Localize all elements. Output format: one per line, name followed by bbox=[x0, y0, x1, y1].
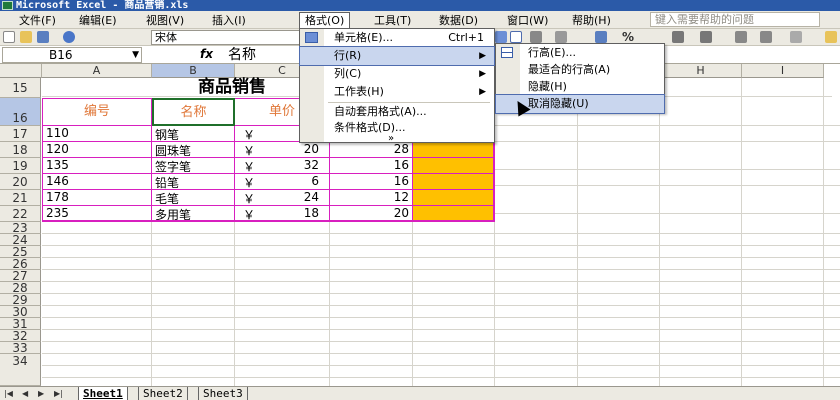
menu-item-sheet-label: 工作表(H) bbox=[334, 85, 384, 98]
cell-qty[interactable]: 28 bbox=[330, 142, 413, 158]
submenu-arrow-icon: ▶ bbox=[479, 87, 486, 97]
first-sheet-icon[interactable]: |◀ bbox=[4, 387, 13, 400]
cell-qty[interactable]: 12 bbox=[330, 190, 413, 206]
currency-icon[interactable] bbox=[595, 31, 607, 43]
decrease-decimal-icon[interactable] bbox=[700, 31, 712, 43]
align-center-icon[interactable] bbox=[510, 31, 522, 43]
tab-sheet3[interactable]: Sheet3 bbox=[198, 387, 248, 400]
sort-icon[interactable] bbox=[495, 31, 507, 43]
grid-lines bbox=[42, 222, 840, 386]
font-name-box[interactable]: 宋体 bbox=[151, 30, 301, 45]
cell-qty[interactable]: 16 bbox=[330, 174, 413, 190]
prev-sheet-icon[interactable]: ◀ bbox=[22, 387, 28, 400]
cell-price: 18 bbox=[303, 206, 319, 220]
cell-name[interactable]: 钢笔 bbox=[152, 126, 235, 142]
excel-app-icon bbox=[2, 1, 13, 10]
header-cell-name[interactable]: 名称 bbox=[152, 98, 235, 126]
help-icon[interactable] bbox=[63, 31, 75, 43]
cell-id[interactable]: 178 bbox=[42, 190, 152, 206]
cell-id[interactable]: 120 bbox=[42, 142, 152, 158]
menu-item-conditional[interactable]: 条件格式(D)... bbox=[300, 120, 494, 136]
menu-file[interactable]: 文件(F) bbox=[14, 13, 61, 28]
submenu-arrow-icon: ▶ bbox=[479, 69, 486, 79]
fill-color-icon[interactable] bbox=[825, 31, 837, 43]
window-title: Microsoft Excel - 商品营销.xls bbox=[16, 0, 189, 11]
cell-total[interactable] bbox=[413, 206, 495, 222]
name-box[interactable]: B16 ▼ bbox=[2, 47, 142, 63]
submenu-arrow-icon: ▶ bbox=[479, 51, 486, 61]
expand-menu-chevron-icon[interactable]: » bbox=[300, 134, 494, 144]
cell-name[interactable]: 毛笔 bbox=[152, 190, 235, 206]
menu-view[interactable]: 视图(V) bbox=[141, 13, 189, 28]
menu-item-cells-label: 单元格(E)... bbox=[334, 31, 394, 44]
indent-icon[interactable] bbox=[735, 31, 747, 43]
cell-name[interactable]: 签字笔 bbox=[152, 158, 235, 174]
cell-total[interactable] bbox=[413, 158, 495, 174]
ask-question-input[interactable]: 键入需要帮助的问题 bbox=[650, 12, 820, 27]
cell-id[interactable]: 235 bbox=[42, 206, 152, 222]
cell-price: 24 bbox=[303, 190, 319, 204]
menu-data[interactable]: 数据(D) bbox=[434, 13, 483, 28]
menu-item-row[interactable]: 行(R) ▶ bbox=[299, 46, 495, 66]
menu-format[interactable]: 格式(O) bbox=[299, 12, 351, 29]
name-box-value: B16 bbox=[49, 48, 73, 62]
tab-sheet2[interactable]: Sheet2 bbox=[138, 387, 188, 400]
menu-item-autoformat[interactable]: 自动套用格式(A)... bbox=[300, 103, 494, 121]
fx-icon[interactable]: fx bbox=[200, 47, 213, 61]
cell-qty[interactable]: 16 bbox=[330, 158, 413, 174]
menu-help[interactable]: 帮助(H) bbox=[567, 13, 616, 28]
header-cell-id[interactable]: 编号 bbox=[42, 98, 152, 126]
menu-insert[interactable]: 插入(I) bbox=[207, 13, 251, 28]
menu-item-sheet[interactable]: 工作表(H) ▶ bbox=[300, 83, 494, 101]
cell-price: 6 bbox=[311, 174, 319, 188]
menu-item-hide[interactable]: 隐藏(H) bbox=[496, 78, 664, 96]
cell-id[interactable]: 135 bbox=[42, 158, 152, 174]
cell-total[interactable] bbox=[413, 190, 495, 206]
merge-center-icon[interactable] bbox=[555, 31, 567, 43]
menu-item-row-label: 行(R) bbox=[334, 49, 362, 62]
menu-edit[interactable]: 编辑(E) bbox=[74, 13, 122, 28]
next-sheet-icon[interactable]: ▶ bbox=[38, 387, 44, 400]
cell-id[interactable]: 146 bbox=[42, 174, 152, 190]
menu-item-cells[interactable]: 单元格(E)... Ctrl+1 bbox=[300, 29, 494, 47]
outdent-icon[interactable] bbox=[760, 31, 772, 43]
right-side-cells bbox=[495, 98, 840, 222]
title-bar: Microsoft Excel - 商品营销.xls bbox=[0, 0, 840, 11]
menu-window[interactable]: 窗口(W) bbox=[502, 13, 553, 28]
menu-item-row-height[interactable]: 行高(E)... bbox=[496, 44, 664, 62]
chevron-down-icon[interactable]: ▼ bbox=[132, 48, 139, 62]
increase-decimal-icon[interactable] bbox=[672, 31, 684, 43]
cell-id[interactable]: 110 bbox=[42, 126, 152, 142]
save-icon[interactable] bbox=[37, 31, 49, 43]
cell-name[interactable]: 铅笔 bbox=[152, 174, 235, 190]
cell-name[interactable]: 多用笔 bbox=[152, 206, 235, 222]
cell-name[interactable]: 圆珠笔 bbox=[152, 142, 235, 158]
formula-input[interactable]: 名称 bbox=[228, 46, 256, 64]
align-right-icon[interactable] bbox=[530, 31, 542, 43]
format-menu: 单元格(E)... Ctrl+1 行(R) ▶ 列(C) ▶ 工作表(H) ▶ 自动套用… bbox=[299, 28, 495, 144]
menu-item-autofit-row[interactable]: 最适合的行高(A) bbox=[496, 61, 664, 79]
borders-icon[interactable] bbox=[790, 31, 802, 43]
cell-price: 20 bbox=[303, 142, 319, 156]
cell-qty[interactable]: 20 bbox=[330, 206, 413, 222]
open-icon[interactable] bbox=[20, 31, 32, 43]
new-icon[interactable] bbox=[3, 31, 15, 43]
menu-tools[interactable]: 工具(T) bbox=[369, 13, 416, 28]
cell-total[interactable] bbox=[413, 142, 495, 158]
menu-item-column-label: 列(C) bbox=[334, 67, 362, 80]
cell-price: 32 bbox=[303, 158, 319, 172]
shortcut-label: Ctrl+1 bbox=[448, 31, 484, 44]
menu-item-column[interactable]: 列(C) ▶ bbox=[300, 65, 494, 83]
cell-total[interactable] bbox=[413, 174, 495, 190]
sheet-tab-bar: |◀ ◀ ▶ ▶| Sheet1 Sheet2 Sheet3 bbox=[0, 386, 840, 400]
last-sheet-icon[interactable]: ▶| bbox=[54, 387, 63, 400]
tab-sheet1[interactable]: Sheet1 bbox=[78, 387, 128, 400]
